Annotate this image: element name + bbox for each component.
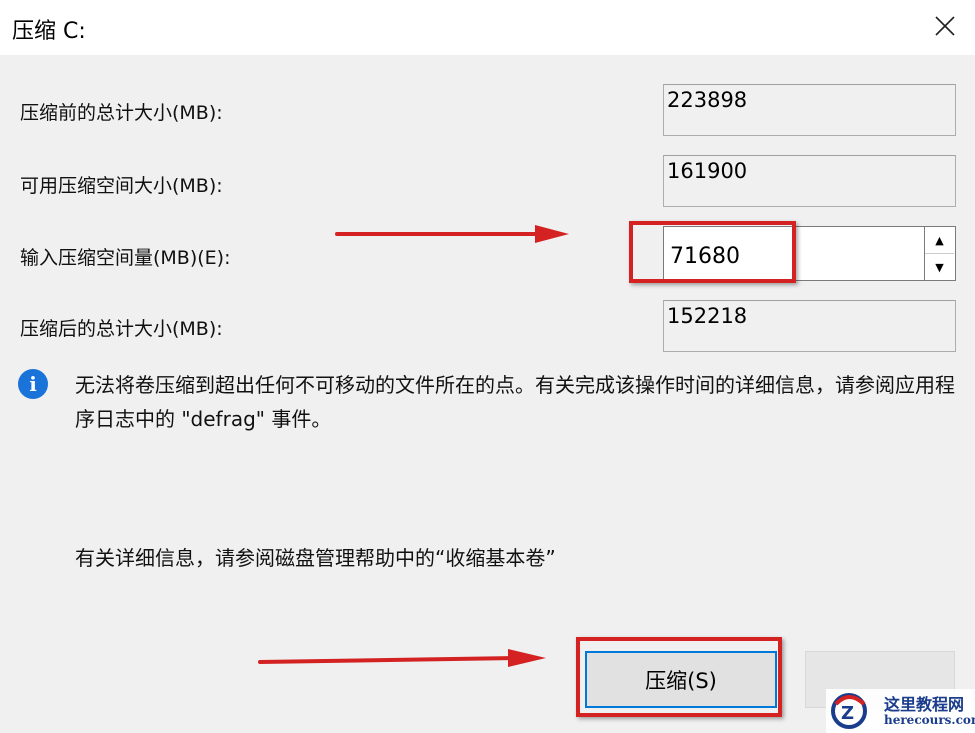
shrink-amount-stepper: ▲ ▼ bbox=[925, 226, 956, 281]
chevron-down-icon: ▼ bbox=[935, 260, 944, 274]
arrow-icon bbox=[258, 649, 546, 667]
input-highlight-box bbox=[629, 221, 796, 283]
total-before-label: 压缩前的总计大小(MB): bbox=[20, 102, 223, 124]
arrow-icon bbox=[335, 225, 569, 243]
total-before-value: 223898 bbox=[663, 84, 956, 136]
help-text: 有关详细信息，请参阅磁盘管理帮助中的“收缩基本卷” bbox=[75, 546, 556, 570]
info-message: 无法将卷压缩到超出任何不可移动的文件所在的点。有关完成该操作时间的详细信息，请参… bbox=[75, 373, 955, 431]
close-button[interactable] bbox=[927, 8, 963, 44]
watermark-logo-icon: Z bbox=[831, 693, 867, 729]
chevron-up-icon: ▲ bbox=[935, 233, 944, 247]
svg-text:Z: Z bbox=[841, 703, 854, 724]
close-icon bbox=[935, 16, 955, 36]
button-highlight-box bbox=[576, 637, 782, 717]
watermark-url: herecours.com bbox=[884, 713, 975, 727]
available-label: 可用压缩空间大小(MB): bbox=[20, 175, 223, 197]
info-icon: i bbox=[18, 369, 48, 399]
title-bar: 压缩 C: bbox=[0, 0, 975, 55]
watermark-title: 这里教程网 bbox=[884, 695, 965, 714]
shrink-amount-label: 输入压缩空间量(MB)(E): bbox=[20, 247, 231, 269]
available-value: 161900 bbox=[663, 155, 956, 207]
total-after-label: 压缩后的总计大小(MB): bbox=[20, 318, 223, 340]
window-title: 压缩 C: bbox=[12, 19, 86, 44]
info-glyph: i bbox=[29, 372, 37, 396]
stepper-down-button[interactable]: ▼ bbox=[925, 253, 954, 280]
watermark: Z 这里教程网 herecours.com bbox=[826, 689, 975, 733]
stepper-up-button[interactable]: ▲ bbox=[925, 227, 954, 253]
total-after-value: 152218 bbox=[663, 300, 956, 352]
